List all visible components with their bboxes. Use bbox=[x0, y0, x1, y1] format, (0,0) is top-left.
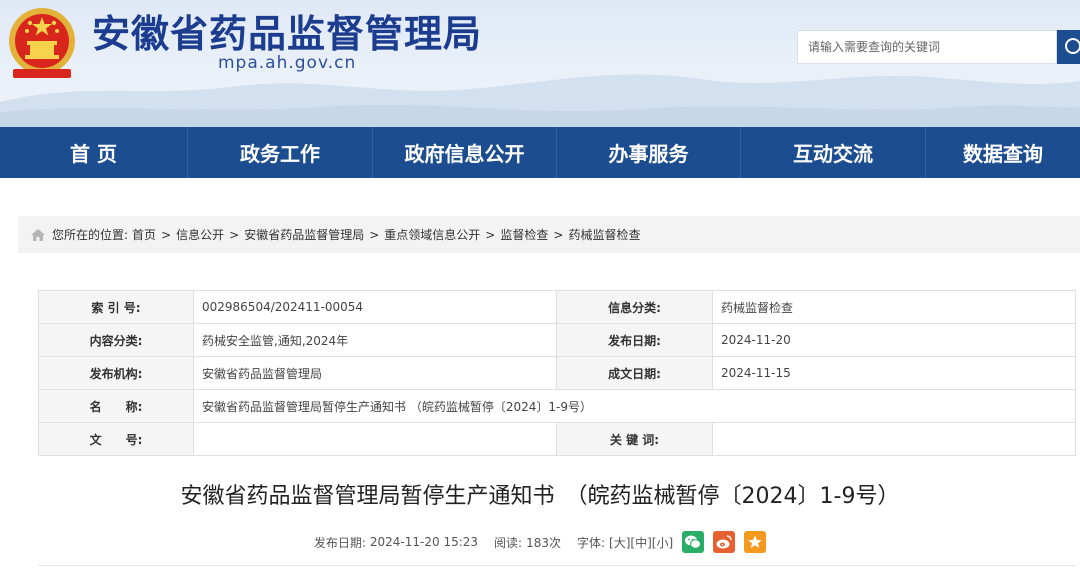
breadcrumb-separator: > bbox=[485, 227, 496, 242]
document-number-value bbox=[193, 422, 557, 456]
publish-date-label: 发布日期: bbox=[556, 323, 713, 357]
publish-label: 发布日期: bbox=[313, 535, 366, 550]
wechat-icon bbox=[685, 535, 702, 549]
issuer-value: 安徽省药品监督管理局 bbox=[193, 356, 557, 390]
content-category-label: 内容分类: bbox=[38, 323, 194, 357]
breadcrumb-link-device-inspection[interactable]: 药械监督检查 bbox=[568, 226, 640, 243]
favorite-button[interactable] bbox=[744, 531, 767, 553]
document-name-label: 名 称: bbox=[38, 389, 194, 423]
nav-item-home[interactable]: 首 页 bbox=[0, 127, 188, 178]
font-size-small-button[interactable]: [小] bbox=[652, 534, 673, 551]
share-weibo-button[interactable] bbox=[713, 531, 736, 553]
nav-item-data-query[interactable]: 数据查询 bbox=[926, 127, 1080, 178]
breadcrumb-link-home[interactable]: 首页 bbox=[132, 226, 156, 243]
nav-item-interaction[interactable]: 互动交流 bbox=[741, 127, 926, 178]
document-info-table: 索 引 号: 002986504/202411-00054 信息分类: 药械监督… bbox=[38, 290, 1076, 456]
table-row: 文 号: 关 键 词: bbox=[38, 422, 1076, 456]
content-category-value: 药械安全监管,通知,2024年 bbox=[193, 323, 557, 357]
font-size-medium-button[interactable]: [中] bbox=[630, 534, 651, 551]
info-category-value: 药械监督检查 bbox=[712, 290, 1076, 324]
font-size-large-button[interactable]: [大] bbox=[609, 534, 630, 551]
written-date-value: 2024-11-15 bbox=[712, 356, 1076, 390]
breadcrumb-separator: > bbox=[161, 227, 172, 242]
keywords-value bbox=[712, 422, 1076, 456]
document-number-label: 文 号: bbox=[38, 422, 194, 456]
breadcrumb-link-key-areas[interactable]: 重点领域信息公开 bbox=[384, 226, 480, 243]
written-date-label: 成文日期: bbox=[556, 356, 713, 390]
share-wechat-button[interactable] bbox=[682, 531, 705, 553]
home-icon bbox=[30, 228, 46, 242]
keywords-label: 关 键 词: bbox=[556, 422, 713, 456]
nav-item-services[interactable]: 办事服务 bbox=[557, 127, 741, 178]
header-background-hills bbox=[0, 74, 1080, 127]
index-number-value: 002986504/202411-00054 bbox=[193, 290, 557, 324]
site-header: 安徽省药品监督管理局 mpa.ah.gov.cn bbox=[0, 0, 1080, 127]
star-icon bbox=[748, 535, 762, 548]
main-nav: 首 页 政务工作 政府信息公开 办事服务 互动交流 数据查询 bbox=[0, 127, 1080, 178]
table-row: 名 称: 安徽省药品监督管理局暂停生产通知书 （皖药监械暂停〔2024〕1-9号… bbox=[38, 389, 1076, 423]
nav-item-info-disclosure[interactable]: 政府信息公开 bbox=[373, 127, 557, 178]
search-input[interactable] bbox=[797, 30, 1057, 64]
divider bbox=[38, 565, 1075, 566]
search-button[interactable] bbox=[1057, 30, 1080, 64]
article-title: 安徽省药品监督管理局暂停生产通知书 （皖药监械暂停〔2024〕1-9号） bbox=[180, 484, 900, 509]
site-title: 安徽省药品监督管理局 bbox=[92, 12, 483, 56]
site-domain: mpa.ah.gov.cn bbox=[218, 53, 357, 73]
breadcrumb-link-bureau[interactable]: 安徽省药品监督管理局 bbox=[244, 226, 364, 243]
read-label: 阅读: bbox=[494, 535, 523, 550]
search-icon bbox=[1065, 38, 1080, 54]
nav-item-government-affairs[interactable]: 政务工作 bbox=[188, 127, 373, 178]
weibo-icon bbox=[716, 535, 732, 549]
table-row: 索 引 号: 002986504/202411-00054 信息分类: 药械监督… bbox=[38, 290, 1076, 324]
breadcrumb-separator: > bbox=[369, 227, 380, 242]
breadcrumb: 您所在的位置: 首页 > 信息公开 > 安徽省药品监督管理局 > 重点领域信息公… bbox=[18, 216, 1080, 253]
index-number-label: 索 引 号: bbox=[38, 290, 194, 324]
national-emblem-icon bbox=[5, 3, 79, 83]
breadcrumb-separator: > bbox=[553, 227, 564, 242]
table-row: 发布机构: 安徽省药品监督管理局 成文日期: 2024-11-15 bbox=[38, 356, 1076, 390]
publish-date-value: 2024-11-20 bbox=[712, 323, 1076, 357]
breadcrumb-prefix: 您所在的位置: bbox=[52, 228, 129, 242]
breadcrumb-link-supervision[interactable]: 监督检查 bbox=[500, 226, 548, 243]
article-meta: 发布日期: 2024-11-20 15:23 阅读: 183次 字体: [大] … bbox=[0, 529, 1080, 555]
breadcrumb-link-info-disclosure[interactable]: 信息公开 bbox=[176, 226, 224, 243]
publish-datetime: 2024-11-20 15:23 bbox=[369, 535, 479, 549]
document-name-value: 安徽省药品监督管理局暂停生产通知书 （皖药监械暂停〔2024〕1-9号） bbox=[193, 389, 1076, 423]
info-category-label: 信息分类: bbox=[556, 290, 713, 324]
issuer-label: 发布机构: bbox=[38, 356, 194, 390]
read-count: 183次 bbox=[526, 535, 561, 550]
table-row: 内容分类: 药械安全监管,通知,2024年 发布日期: 2024-11-20 bbox=[38, 323, 1076, 357]
font-size-label: 字体: bbox=[576, 535, 606, 550]
breadcrumb-separator: > bbox=[229, 227, 240, 242]
